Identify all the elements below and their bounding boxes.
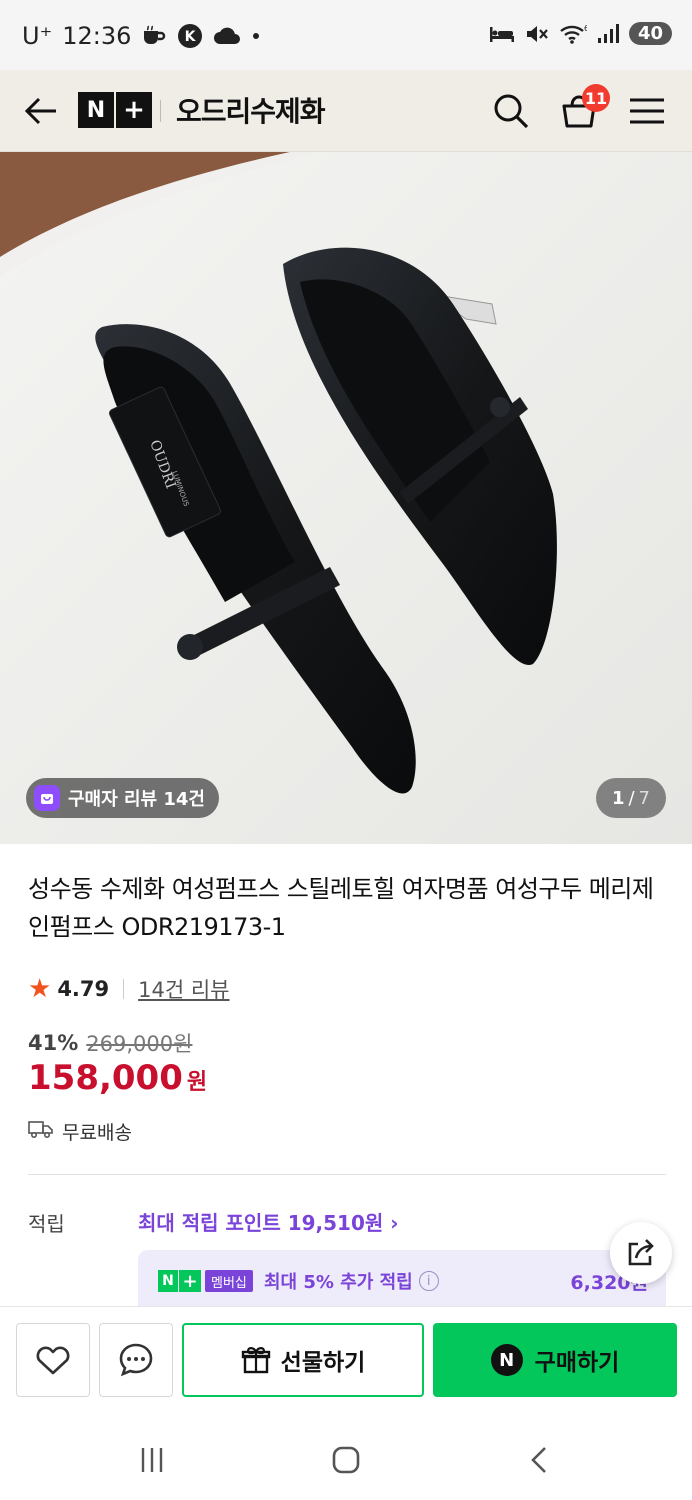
heart-icon (36, 1346, 70, 1375)
price-row: 158,000 원 (28, 1058, 207, 1098)
menu-icon[interactable] (626, 90, 668, 132)
dot-icon (251, 31, 261, 41)
buy-label: 구매하기 (534, 1350, 620, 1376)
wishlist-button[interactable] (16, 1323, 90, 1397)
total-pages: 7 (638, 787, 650, 809)
clock: 12:36 (62, 22, 132, 50)
store-name[interactable]: 오드리수제화 (176, 90, 326, 130)
rating-row: ★ 4.79 14건 리뷰 (28, 974, 230, 1004)
bottom-action-bar: 선물하기 N 구매하기 (0, 1306, 692, 1418)
logo-n: N (78, 92, 114, 128)
recent-apps-icon[interactable] (132, 1440, 172, 1480)
review-count-link[interactable]: 14건 리뷰 (138, 974, 229, 1004)
discount-rate: 41% (28, 1031, 79, 1055)
svg-text:K: K (185, 29, 197, 45)
discount-row: 41% 269,000원 (28, 1028, 192, 1058)
wifi-icon: 6 (559, 23, 587, 45)
badge-plus: + (179, 1270, 201, 1292)
star-icon: ★ (28, 974, 52, 1004)
rating-divider (123, 979, 125, 999)
coffee-icon (141, 25, 167, 47)
section-divider (28, 1174, 666, 1175)
points-label: 적립 (28, 1212, 65, 1236)
chat-icon (119, 1343, 153, 1377)
kakao-icon: K (177, 23, 203, 49)
image-page-indicator: 1 / 7 (595, 778, 666, 818)
naver-plus-membership-badge: N + 멤버십 (158, 1270, 253, 1292)
share-button[interactable] (610, 1222, 672, 1284)
system-nav-bar (0, 1418, 692, 1500)
home-icon[interactable] (326, 1440, 366, 1480)
truck-icon (28, 1119, 54, 1144)
cloud-icon (213, 26, 241, 46)
currency: 원 (186, 1070, 208, 1095)
buyer-review-label: 구매자 리뷰 14건 (68, 789, 205, 810)
status-bar: U⁺ 12:36 K 6 40 (0, 0, 692, 70)
info-icon[interactable]: i (418, 1271, 439, 1291)
badge-membership: 멤버십 (205, 1270, 253, 1292)
page-separator: / (628, 787, 635, 809)
back-icon[interactable] (520, 1440, 560, 1480)
shopping-bag-icon (34, 785, 60, 811)
chat-button[interactable] (99, 1323, 173, 1397)
header-divider (160, 100, 161, 122)
badge-n: N (158, 1270, 178, 1292)
buyer-review-badge[interactable]: 구매자 리뷰 14건 (26, 778, 219, 818)
gift-icon (241, 1347, 270, 1374)
product-title: 성수동 수제화 여성펌프스 스틸레토힐 여자명품 여성구두 메리제인펌프스 OD… (28, 875, 654, 941)
shipping-row: 무료배송 (28, 1118, 132, 1145)
app-header: N + 오드리수제화 (0, 70, 692, 152)
current-page: 1 (611, 787, 625, 809)
svg-text:6: 6 (584, 24, 587, 33)
original-price: 269,000원 (86, 1032, 193, 1056)
search-icon[interactable] (490, 90, 532, 132)
shipping-label: 무료배송 (62, 1122, 132, 1144)
membership-text: 최대 5% 추가 적립 i (264, 1268, 439, 1294)
membership-box: N + 멤버십 최대 5% 추가 적립 i 6,320원 (138, 1250, 666, 1308)
signal-icon (597, 23, 619, 44)
max-points-text: 최대 적립 포인트 19,510원 (138, 1211, 384, 1235)
membership-extra-label: 최대 5% 추가 적립 (264, 1272, 413, 1293)
logo-plus: + (116, 92, 152, 128)
naver-plus-logo[interactable]: N + (78, 92, 152, 128)
product-image[interactable]: OUDRI LUMINOUS (0, 152, 692, 844)
naver-pay-icon: N (490, 1344, 523, 1376)
rating-value: 4.79 (57, 977, 110, 1001)
back-arrow-icon[interactable] (22, 92, 60, 130)
cart-badge: 11 (582, 84, 610, 112)
shoe-photo: OUDRI LUMINOUS (0, 152, 692, 844)
carrier-label: U⁺ (22, 22, 53, 50)
bed-icon (489, 24, 515, 44)
mute-icon (525, 23, 549, 45)
gift-label: 선물하기 (280, 1350, 366, 1376)
max-points-link[interactable]: 최대 적립 포인트 19,510원 › (138, 1207, 399, 1236)
buy-button[interactable]: N 구매하기 (433, 1323, 677, 1397)
battery-level: 40 (628, 22, 672, 45)
sale-price: 158,000 (28, 1058, 183, 1098)
chevron-right-icon: › (390, 1211, 399, 1235)
share-icon (628, 1239, 654, 1266)
gift-button[interactable]: 선물하기 (182, 1323, 424, 1397)
